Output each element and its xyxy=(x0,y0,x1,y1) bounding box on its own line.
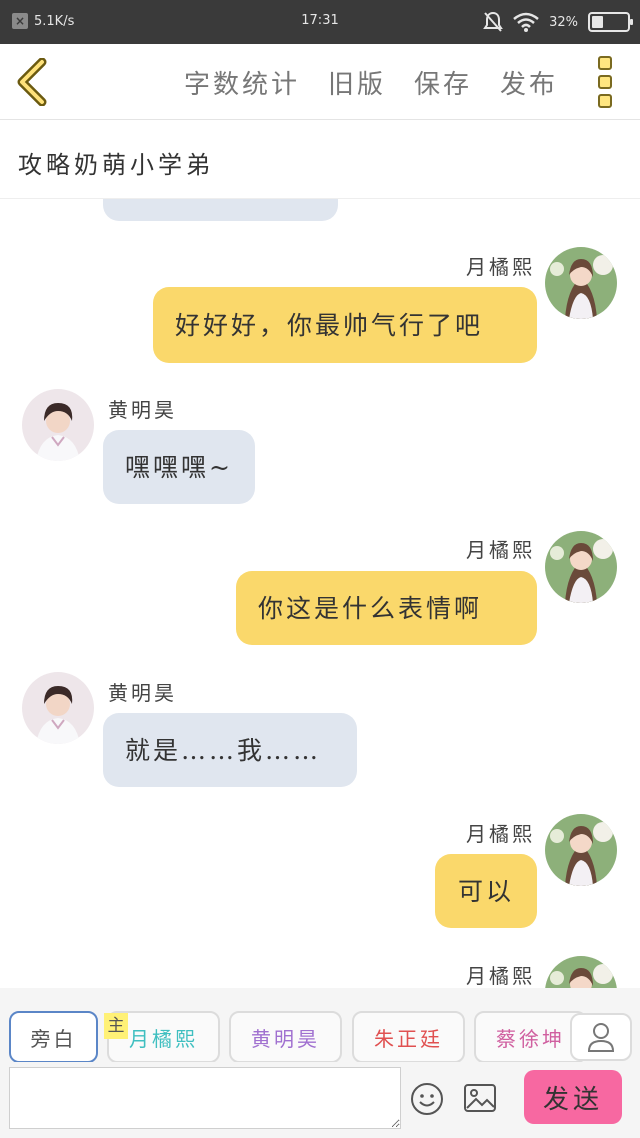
role-label: 朱正廷 xyxy=(374,1026,443,1051)
send-button[interactable]: 发送 xyxy=(524,1070,622,1124)
sender-name: 黄明昊 xyxy=(108,398,177,422)
mute-bell-icon xyxy=(483,11,503,32)
bubble-text: 好好好，你最帅气行了吧 xyxy=(175,310,484,340)
avatar[interactable] xyxy=(545,247,617,319)
avatar-girl-icon xyxy=(545,956,617,988)
more-menu-button[interactable] xyxy=(598,56,614,108)
image-button[interactable] xyxy=(463,1083,497,1113)
back-button[interactable] xyxy=(14,57,54,107)
role-label: 黄明昊 xyxy=(251,1026,320,1051)
chat-bubble-right[interactable]: 可以 xyxy=(435,854,537,928)
smiley-icon xyxy=(411,1083,443,1115)
status-bar: × 5.1K/s 17:31 32% xyxy=(0,0,640,44)
save-button[interactable]: 保存 xyxy=(414,64,472,101)
role-label: 蔡徐坤 xyxy=(496,1026,565,1051)
menu-dot-icon xyxy=(598,56,612,70)
role-huang-ming-hao[interactable]: 黄明昊 xyxy=(229,1011,342,1063)
avatar-boy-icon xyxy=(22,389,94,461)
sender-name: 月橘熙 xyxy=(466,822,535,846)
menu-dot-icon xyxy=(598,75,612,89)
avatar-girl-icon xyxy=(545,247,617,319)
avatar-boy-icon xyxy=(22,672,94,744)
bubble-text: 可以 xyxy=(457,876,514,906)
avatar-girl-icon xyxy=(545,814,617,886)
message-input[interactable] xyxy=(9,1067,401,1129)
toolbar-actions: 字数统计 旧版 保存 发布 xyxy=(184,64,558,101)
wifi-icon xyxy=(513,12,539,32)
chevron-left-icon xyxy=(17,57,47,107)
menu-dot-icon xyxy=(598,94,612,108)
avatar[interactable] xyxy=(545,956,617,988)
bubble-text: 就是……我…… xyxy=(125,735,322,765)
battery-percent: 32% xyxy=(549,14,578,30)
battery-icon xyxy=(588,12,633,32)
emoji-button[interactable] xyxy=(410,1082,444,1116)
avatar[interactable] xyxy=(22,389,94,461)
composer: 发送 xyxy=(0,1062,640,1138)
person-icon xyxy=(587,1023,615,1052)
bubble-text: 你这是什么表情啊 xyxy=(258,593,483,623)
avatar[interactable] xyxy=(545,531,617,603)
top-toolbar: 字数统计 旧版 保存 发布 xyxy=(0,44,640,120)
role-label: 旁白 xyxy=(30,1026,77,1051)
chat-bubble-right[interactable]: 你这是什么表情啊 xyxy=(236,571,537,645)
old-version-button[interactable]: 旧版 xyxy=(328,64,386,101)
sender-name: 月橘熙 xyxy=(466,538,535,562)
image-icon xyxy=(464,1084,496,1112)
role-zhu-zheng-ting[interactable]: 朱正廷 xyxy=(352,1011,465,1063)
chat-bubble-left[interactable] xyxy=(103,199,338,221)
bubble-text: 嘿嘿嘿~ xyxy=(125,452,233,482)
add-role-button[interactable] xyxy=(570,1013,632,1061)
role-selector: 旁白 月橘熙 黄明昊 朱正廷 蔡徐坤 xyxy=(0,988,640,1063)
chat-bubble-left[interactable]: 嘿嘿嘿~ xyxy=(103,430,255,504)
battery-fill xyxy=(592,16,603,28)
avatar-girl-icon xyxy=(545,531,617,603)
avatar[interactable] xyxy=(22,672,94,744)
status-right: 32% xyxy=(483,11,633,33)
role-narrator[interactable]: 旁白 xyxy=(9,1011,98,1063)
sender-name: 月橘熙 xyxy=(466,255,535,279)
avatar[interactable] xyxy=(545,814,617,886)
sender-name: 月橘熙 xyxy=(466,964,535,988)
story-title-bar[interactable]: 攻略奶萌小学弟 xyxy=(0,121,640,199)
word-count-button[interactable]: 字数统计 xyxy=(184,64,300,101)
chat-bubble-right[interactable]: 好好好，你最帅气行了吧 xyxy=(153,287,537,363)
role-label: 月橘熙 xyxy=(129,1026,198,1051)
publish-button[interactable]: 发布 xyxy=(500,64,558,101)
story-title: 攻略奶萌小学弟 xyxy=(18,151,214,179)
sender-name: 黄明昊 xyxy=(108,681,177,705)
chat-area[interactable]: 月橘熙 好好好，你最帅气行了吧 黄明昊 嘿嘿嘿~ 月橘熙 你这是什么表情啊 黄明… xyxy=(0,199,640,988)
main-role-badge: 主 xyxy=(104,1013,128,1039)
chat-bubble-left[interactable]: 就是……我…… xyxy=(103,713,357,787)
